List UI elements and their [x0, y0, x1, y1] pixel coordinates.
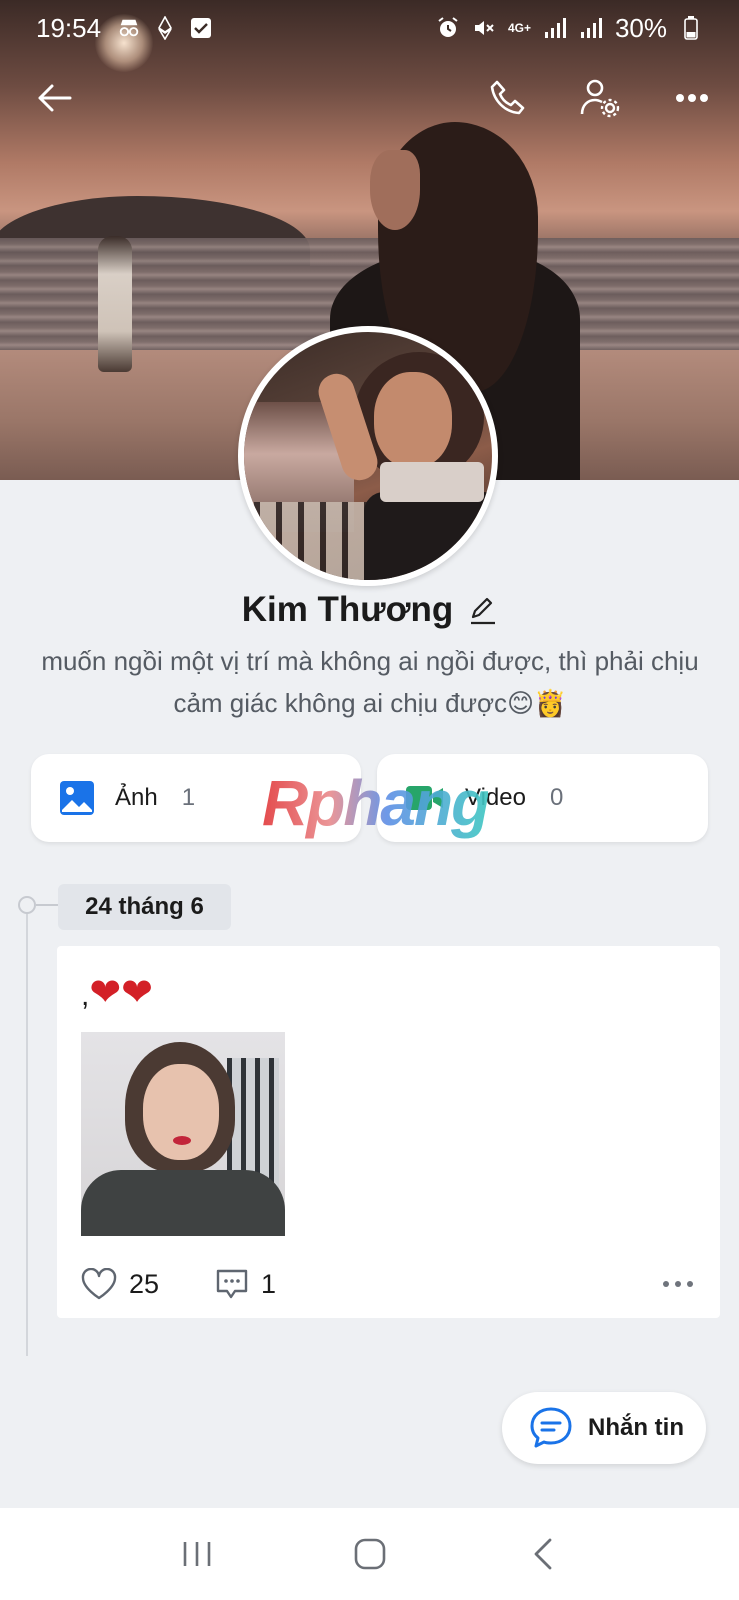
alarm-icon	[436, 16, 460, 40]
message-button[interactable]: Nhắn tin	[502, 1392, 706, 1464]
like-button[interactable]: 25	[81, 1268, 215, 1300]
more-options-button[interactable]	[670, 76, 714, 120]
photo-shirt	[81, 1170, 285, 1236]
user-settings-icon	[580, 79, 620, 118]
image-icon	[60, 781, 94, 815]
incognito-icon	[117, 16, 141, 40]
post-text-hearts: ❤❤	[89, 972, 154, 1014]
profile-bio: muốn ngồi một vị trí mà không ai ngồi đư…	[41, 646, 699, 718]
timeline-line	[26, 904, 28, 1356]
call-button[interactable]	[486, 76, 530, 120]
system-back-button[interactable]	[513, 1524, 573, 1584]
system-nav-bar	[0, 1508, 739, 1600]
home-icon	[354, 1538, 385, 1570]
back-button[interactable]	[32, 76, 76, 120]
avatar-face	[374, 372, 452, 468]
post-more-button[interactable]	[655, 1273, 701, 1295]
photos-label: Ảnh	[115, 784, 158, 811]
heart-icon	[81, 1268, 117, 1300]
recents-button[interactable]	[167, 1524, 227, 1584]
profile-name-row: Kim Thương	[0, 590, 739, 630]
chat-bubble-icon	[530, 1407, 572, 1448]
post-actions: 25 1	[81, 1264, 701, 1304]
photo-lips	[173, 1136, 191, 1145]
comment-button[interactable]: 1	[215, 1267, 276, 1301]
back-arrow-icon	[38, 84, 72, 112]
photo-face	[143, 1064, 219, 1160]
post-photo[interactable]	[81, 1032, 285, 1236]
mute-icon	[472, 16, 496, 40]
back-icon	[534, 1538, 551, 1570]
videos-count: 0	[549, 784, 564, 811]
battery-percent: 30%	[614, 12, 667, 43]
more-dots-icon	[663, 1281, 669, 1287]
profile-name: Kim Thương	[241, 590, 454, 629]
signal-icon	[543, 16, 567, 40]
photos-count: 1	[181, 784, 196, 811]
status-left-icons	[117, 16, 213, 40]
timeline-dot	[18, 896, 36, 914]
home-button[interactable]	[340, 1524, 400, 1584]
comment-icon	[216, 1269, 248, 1299]
watermark-logo: Rphang	[262, 767, 490, 839]
timeline-date: 24 tháng 6	[58, 884, 231, 930]
battery-icon	[679, 16, 703, 40]
checkbox-notification-icon	[189, 16, 213, 40]
phone-icon	[490, 80, 525, 115]
message-button-label: Nhắn tin	[588, 1414, 684, 1441]
status-right-icons: 4G+ 30%	[436, 13, 703, 44]
status-time: 19:54	[36, 12, 102, 43]
pencil-icon	[471, 597, 496, 625]
network-type: 4G+	[507, 21, 531, 35]
status-bar: 19:54 4G+ 30%	[0, 0, 739, 56]
avatar[interactable]	[238, 326, 498, 586]
ethereum-icon	[153, 16, 177, 40]
cover-standing-figure	[98, 236, 132, 372]
like-count: 25	[129, 1268, 160, 1299]
post-text: ,❤❤	[81, 970, 153, 1015]
profile-settings-button[interactable]	[578, 76, 622, 120]
timeline-connector	[36, 904, 58, 906]
avatar-top	[380, 462, 484, 502]
cover-woman-face	[370, 150, 420, 230]
recents-icon	[183, 1542, 210, 1566]
more-icon	[676, 94, 708, 102]
signal-2-icon	[579, 16, 603, 40]
top-app-bar	[0, 68, 739, 128]
post-card[interactable]: ,❤❤ 25 1	[57, 946, 720, 1318]
edit-name-button[interactable]	[469, 595, 497, 625]
comment-count: 1	[261, 1268, 277, 1299]
avatar-body	[364, 492, 492, 580]
